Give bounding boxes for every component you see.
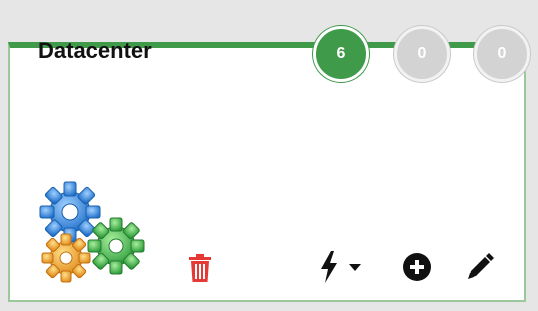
edit-button[interactable] [462,250,498,284]
count-badge-value: 0 [417,45,427,62]
lightning-icon [321,251,337,283]
count-badge-active[interactable]: 6 [313,26,369,82]
plus-circle-icon [403,253,431,281]
count-badge-value: 0 [497,45,507,62]
pencil-icon [468,253,494,279]
trigger-dropdown-button[interactable] [310,250,370,284]
delete-button[interactable] [187,253,213,283]
count-badge-value: 6 [336,45,346,62]
card-title: Datacenter [38,38,152,63]
trash-icon [189,254,211,282]
gears-icon [39,181,145,283]
caret-down-icon [349,264,361,271]
add-button[interactable] [400,250,434,284]
count-badge-3[interactable]: 0 [474,26,530,82]
count-badge-2[interactable]: 0 [394,26,450,82]
